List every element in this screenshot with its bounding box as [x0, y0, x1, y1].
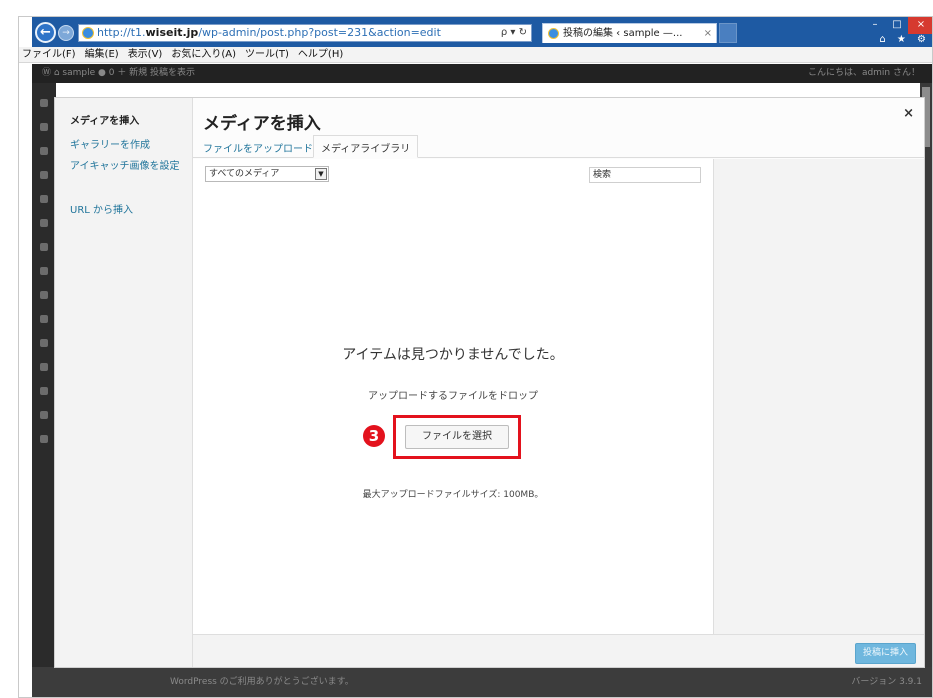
- address-controls[interactable]: ρ ▾ ↻: [501, 25, 527, 41]
- media-modal-sidebar: メディアを挿入 ギャラリーを作成 アイキャッチ画像を設定 URL から挿入: [55, 98, 193, 667]
- menu-favorites[interactable]: お気に入り(A): [171, 47, 236, 62]
- menu-icon: [40, 411, 48, 419]
- menu-icon: [40, 123, 48, 131]
- attachment-details-panel: [713, 159, 924, 634]
- step-number-badge: 3: [363, 425, 385, 447]
- menu-view[interactable]: 表示(V): [128, 47, 163, 62]
- menu-icon: [40, 147, 48, 155]
- url-prefix: http://t1.: [97, 26, 146, 39]
- close-icon[interactable]: ×: [903, 106, 914, 121]
- sidebar-item-gallery[interactable]: ギャラリーを作成: [70, 136, 150, 151]
- address-bar[interactable]: http://t1.wiseit.jp/wp-admin/post.php?po…: [78, 24, 532, 42]
- menu-help[interactable]: ヘルプ(H): [298, 47, 343, 62]
- menu-icon: [40, 267, 48, 275]
- menu-icon: [40, 291, 48, 299]
- modal-toolbar: 投稿に挿入: [193, 634, 924, 667]
- chevron-down-icon[interactable]: ▼: [315, 168, 327, 180]
- url-path: /wp-admin/post.php?post=231&action=edit: [198, 26, 441, 39]
- media-browser: すべてのメディア ▼ 検索 アイテムは見つかりませんでした。 アップロードするフ…: [193, 159, 713, 634]
- browser-titlebar: ← → http://t1.wiseit.jp/wp-admin/post.ph…: [32, 17, 932, 47]
- insert-into-post-button[interactable]: 投稿に挿入: [855, 643, 916, 664]
- url-domain: wiseit.jp: [145, 26, 199, 39]
- media-filter-select[interactable]: すべてのメディア ▼: [205, 166, 329, 182]
- tab-title: 投稿の編集 ‹ sample —...: [563, 28, 683, 39]
- menu-icon: [40, 243, 48, 251]
- admin-bar-left[interactable]: Ⓦ ⌂ sample ● 0 ＋ 新規 投稿を表示: [42, 64, 195, 83]
- tab-upload-files[interactable]: ファイルをアップロード: [203, 140, 313, 155]
- menu-icon: [40, 219, 48, 227]
- search-placeholder: 検索: [593, 170, 612, 180]
- wp-admin-sidebar: [32, 83, 56, 673]
- wp-admin-bar: Ⓦ ⌂ sample ● 0 ＋ 新規 投稿を表示 こんにちは、admin さん…: [32, 64, 932, 83]
- admin-bar-greeting[interactable]: こんにちは、admin さん！: [808, 64, 920, 83]
- sidebar-item-insert-from-url[interactable]: URL から挿入: [70, 201, 133, 216]
- tab-close-icon[interactable]: ×: [704, 24, 712, 43]
- modal-title: メディアを挿入: [203, 114, 321, 134]
- browser-window: ← → http://t1.wiseit.jp/wp-admin/post.ph…: [18, 16, 933, 698]
- menu-icon: [40, 195, 48, 203]
- ie-logo-icon: [82, 27, 94, 39]
- max-upload-size: 最大アップロードファイルサイズ: 100MB。: [362, 490, 544, 500]
- search-input[interactable]: 検索: [589, 167, 701, 183]
- forward-arrow-icon[interactable]: →: [58, 25, 74, 41]
- media-modal: メディアを挿入 ギャラリーを作成 アイキャッチ画像を設定 URL から挿入 メデ…: [54, 97, 925, 668]
- sidebar-heading[interactable]: メディアを挿入: [70, 112, 139, 127]
- drop-instructions: アップロードするファイルをドロップ: [368, 391, 538, 402]
- menu-icon: [40, 339, 48, 347]
- filter-value: すべてのメディア: [209, 169, 280, 179]
- menu-icon: [40, 387, 48, 395]
- footer-version: バージョン 3.9.1: [851, 677, 922, 687]
- menu-bar: ファイル(F) 編集(E) 表示(V) お気に入り(A) ツール(T) ヘルプ(…: [19, 47, 932, 63]
- toolbar-icons[interactable]: ⌂ ★ ⚙: [879, 34, 930, 45]
- empty-message: アイテムは見つかりませんでした。: [342, 347, 564, 363]
- menu-icon: [40, 171, 48, 179]
- menu-icon: [40, 435, 48, 443]
- window-controls: – □ ×: [864, 17, 932, 34]
- sidebar-item-featured-image[interactable]: アイキャッチ画像を設定: [70, 157, 180, 172]
- new-tab-button[interactable]: [719, 23, 737, 43]
- select-files-button[interactable]: ファイルを選択: [405, 425, 509, 449]
- tab-media-library[interactable]: メディアライブラリ: [313, 135, 419, 158]
- highlight-box: ファイルを選択: [393, 415, 521, 459]
- minimize-button[interactable]: –: [864, 17, 886, 34]
- maximize-button[interactable]: □: [886, 17, 908, 34]
- media-tabs: ファイルをアップロード メディアライブラリ: [193, 135, 924, 158]
- browser-tab[interactable]: 投稿の編集 ‹ sample —... ×: [542, 23, 717, 43]
- menu-file[interactable]: ファイル(F): [22, 47, 76, 62]
- back-arrow-icon[interactable]: ←: [35, 22, 56, 43]
- menu-icon: [40, 99, 48, 107]
- menu-tools[interactable]: ツール(T): [245, 47, 289, 62]
- menu-edit[interactable]: 編集(E): [85, 47, 119, 62]
- window-close-button[interactable]: ×: [908, 17, 932, 34]
- menu-icon: [40, 315, 48, 323]
- footer-thanks: WordPress のご利用ありがとうございます。: [170, 677, 354, 687]
- wp-footer: WordPress のご利用ありがとうございます。 バージョン 3.9.1: [32, 667, 932, 697]
- menu-icon: [40, 363, 48, 371]
- tab-ie-icon: [548, 28, 559, 39]
